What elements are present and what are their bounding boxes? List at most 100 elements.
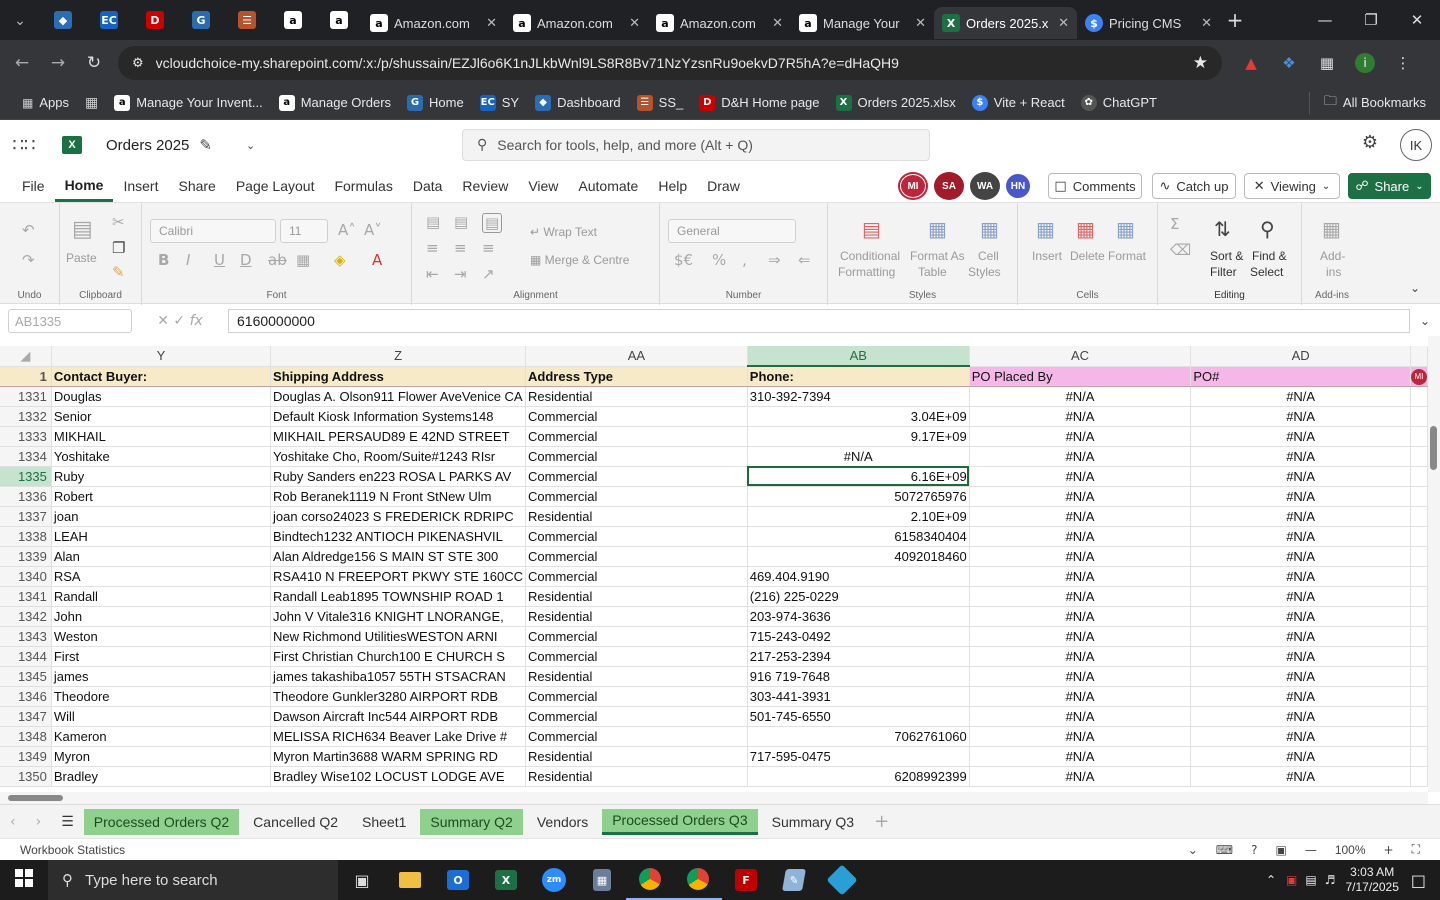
clear-icon[interactable]: ⌫ [1170, 241, 1191, 259]
cell-address-type[interactable]: Residential [525, 506, 748, 527]
row-number[interactable]: 1340 [0, 566, 52, 587]
redo-icon[interactable]: ↷ [22, 251, 35, 269]
sheet-tab[interactable]: Processed Orders Q3 [602, 808, 758, 835]
cell-po-number[interactable]: #N/A [1190, 706, 1411, 727]
chevron-down-icon[interactable]: ⌄ [1188, 843, 1198, 857]
pinned-tab[interactable]: a [316, 5, 362, 35]
tab-draw[interactable]: Draw [697, 170, 750, 202]
cell-contact-buyer[interactable]: joan [51, 506, 272, 527]
cell-contact-buyer[interactable]: Bradley [51, 766, 272, 787]
browser-menu-icon[interactable]: ⋮ [1384, 54, 1422, 72]
percent-icon[interactable]: % [712, 251, 726, 269]
cell-po-number[interactable]: #N/A [1190, 586, 1411, 607]
shrink-font-icon[interactable]: A˅ [364, 221, 382, 239]
zoom-app-icon[interactable]: zm [530, 860, 578, 900]
close-tab-icon[interactable]: ✕ [915, 16, 926, 31]
workbook-statistics[interactable]: Workbook Statistics [20, 843, 125, 857]
cell-address-type[interactable]: Residential [525, 606, 748, 627]
insert-label[interactable]: Insert [1032, 249, 1062, 263]
close-tab-icon[interactable]: ✕ [629, 16, 640, 31]
cell-contact-buyer[interactable]: Myron [51, 746, 272, 767]
align-middle-icon[interactable]: ▤ [454, 213, 468, 231]
cell-po-placed-by[interactable]: #N/A [969, 606, 1192, 627]
cell-po-placed-by[interactable]: #N/A [969, 526, 1192, 547]
increase-indent-icon[interactable]: ⇥ [454, 265, 467, 283]
notifications-icon[interactable]: □ [1411, 871, 1426, 890]
cell-label[interactable]: Cell [978, 249, 999, 263]
select-label[interactable]: Select [1250, 265, 1283, 279]
cell-phone[interactable]: 3.04E+09 [747, 406, 970, 427]
profile-icon[interactable]: i [1346, 53, 1384, 73]
cell-phone[interactable]: 4092018460 [747, 546, 970, 567]
find-label[interactable]: Find & [1252, 249, 1287, 263]
column-header-y[interactable]: Y [51, 346, 272, 367]
cell[interactable] [1410, 506, 1428, 527]
cell-phone[interactable]: 501-745-6550 [747, 706, 970, 727]
cell[interactable] [1410, 406, 1428, 427]
format-cells-icon[interactable]: ▦ [1116, 217, 1135, 241]
browser-tab-active[interactable]: X Orders 2025.x ✕ [934, 7, 1077, 39]
formula-input[interactable]: 6160000000 [228, 309, 1410, 333]
cell[interactable] [1410, 426, 1428, 447]
presence-avatar[interactable]: HN [1006, 174, 1030, 198]
cell-shipping-address[interactable]: Ruby Sanders en223 ROSA L PARKS AV [270, 466, 527, 487]
pinned-tab[interactable]: ☰ [224, 5, 270, 35]
cell[interactable] [1410, 586, 1428, 607]
cell-po-placed-by[interactable]: #N/A [969, 486, 1192, 507]
cell-po-number[interactable]: #N/A [1190, 546, 1411, 567]
bookmark-item[interactable]: ☰ SS_ [629, 94, 692, 111]
cell-phone[interactable]: 6208992399 [747, 766, 970, 787]
tab-formulas[interactable]: Formulas [324, 170, 402, 202]
cell-contact-buyer[interactable]: Kameron [51, 726, 272, 747]
pinned-tab[interactable]: EC [86, 5, 132, 35]
cell-address-type[interactable]: Commercial [525, 726, 748, 747]
cell-shipping-address[interactable]: Bindtech1232 ANTIOCH PIKENASHVIL [270, 526, 527, 547]
cell-shipping-address[interactable]: Myron Martin3688 WARM SPRING RD [270, 746, 527, 767]
catch-up-button[interactable]: ∿ Catch up [1152, 173, 1236, 199]
minimize-icon[interactable]: — [1302, 11, 1348, 29]
cell-address-type[interactable]: Commercial [525, 686, 748, 707]
cell[interactable]: PO Placed By [969, 366, 1192, 387]
windows-start-icon[interactable] [0, 868, 48, 892]
sort-label[interactable]: Sort & [1210, 249, 1243, 263]
cell-po-placed-by[interactable]: #N/A [969, 666, 1192, 687]
add-ins-icon[interactable]: ▦ [1322, 217, 1341, 241]
find-select-icon[interactable]: ⚲ [1260, 217, 1275, 241]
browser-tab[interactable]: a Manage Your ✕ [791, 7, 934, 39]
all-sheets-icon[interactable]: ☰ [51, 809, 84, 835]
keyboard-icon[interactable]: ⌨ [1216, 843, 1233, 857]
cell-po-number[interactable]: #N/A [1190, 466, 1411, 487]
cell[interactable] [1410, 606, 1428, 627]
excel-taskbar-icon[interactable]: X [482, 860, 530, 900]
format-painter-icon[interactable]: ✎ [112, 263, 125, 281]
cell-contact-buyer[interactable]: Theodore [51, 686, 272, 707]
bold-icon[interactable]: B [158, 251, 169, 269]
extensions-puzzle-icon[interactable]: ▦ [1308, 54, 1346, 72]
cell-address-type[interactable]: Commercial [525, 566, 748, 587]
cell-contact-buyer[interactable]: Douglas [51, 386, 272, 407]
cell-phone[interactable]: 2.10E+09 [747, 506, 970, 527]
cell-po-number[interactable]: #N/A [1190, 606, 1411, 627]
cell-po-placed-by[interactable]: #N/A [969, 506, 1192, 527]
cell-phone[interactable]: 715-243-0492 [747, 626, 970, 647]
tray-app-icon[interactable]: ▣ [1286, 873, 1297, 887]
pinned-tab[interactable]: G [178, 5, 224, 35]
cell-phone[interactable]: #N/A [747, 446, 970, 467]
zoom-out-icon[interactable]: — [1305, 843, 1317, 857]
calculator-icon[interactable]: ▦ [578, 860, 626, 900]
sheet-tab[interactable]: Sheet1 [352, 809, 416, 835]
column-header-ab[interactable]: AB [747, 346, 970, 367]
cell-po-number[interactable]: #N/A [1190, 506, 1411, 527]
cell-shipping-address[interactable]: Randall Leab1895 TOWNSHIP ROAD 1 [270, 586, 527, 607]
comma-icon[interactable]: ‚ [742, 251, 747, 269]
network-icon[interactable]: ▤ [1305, 873, 1316, 887]
tab-automate[interactable]: Automate [568, 170, 648, 202]
cell-po-number[interactable]: #N/A [1190, 526, 1411, 547]
cell-shipping-address[interactable]: Yoshitake Cho, Room/Suite#1243 RIsr [270, 446, 527, 467]
row-number[interactable]: 1350 [0, 766, 52, 787]
cell-po-number[interactable]: #N/A [1190, 426, 1411, 447]
cell-address-type[interactable]: Commercial [525, 546, 748, 567]
cell-po-placed-by[interactable]: #N/A [969, 746, 1192, 767]
notepad-icon[interactable]: ✎ [770, 860, 818, 900]
tab-search-chevron-icon[interactable]: ⌄ [0, 0, 40, 40]
